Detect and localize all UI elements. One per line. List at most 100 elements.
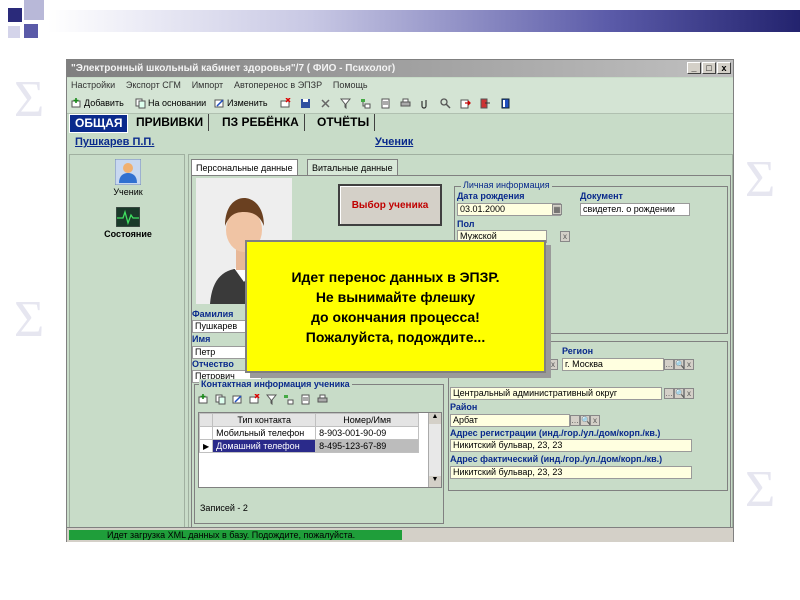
okrug-lookup-icon[interactable]: … [664, 388, 674, 399]
delete-record-icon[interactable] [280, 97, 291, 109]
district-clear-icon[interactable]: x [590, 415, 600, 426]
save-icon[interactable] [300, 98, 311, 109]
message-line: Идет перенос данных в ЭПЗР. [291, 268, 500, 285]
add-button-label: Добавить [84, 98, 124, 108]
menu-item-help[interactable]: Помощь [329, 78, 372, 90]
column-header-number[interactable]: Номер/Имя [315, 413, 420, 427]
message-line: Пожалуйста, подождите... [305, 328, 486, 345]
edit-icon [214, 98, 224, 107]
sidebar-item-state[interactable]: Состояние [90, 207, 166, 239]
menu-item-autotransfer[interactable]: Автоперенос в ЭПЗР [230, 78, 326, 90]
table-header-row: Тип контакта Номер/Имя [199, 413, 420, 427]
clear-okrug-icon[interactable]: x [548, 359, 558, 370]
okrug-field[interactable]: Центральный административный округ [450, 387, 662, 400]
user-name-link[interactable]: Пушкарев П.П. [75, 136, 154, 148]
region-label: Регион [562, 346, 593, 356]
calendar-icon[interactable]: ▦ [552, 204, 562, 215]
search-icon[interactable] [440, 97, 451, 109]
print-icon[interactable] [400, 98, 411, 109]
district-field[interactable]: Арбат [450, 414, 570, 427]
attachment-icon[interactable] [420, 98, 431, 109]
tab-general[interactable]: ОБЩАЯ [69, 114, 129, 133]
message-line: до окончания процесса! [311, 308, 480, 325]
contacts-scrollbar[interactable]: ▲ ▼ [428, 413, 441, 487]
row-marker: ▶ [199, 439, 214, 453]
edit-contact-icon[interactable] [232, 394, 243, 405]
tab-reports[interactable]: ОТЧЁТЫ [312, 114, 376, 131]
select-student-button[interactable]: Выбор ученика [338, 184, 442, 226]
region-lookup-icon[interactable]: … [664, 359, 674, 370]
scroll-down-icon[interactable]: ▼ [429, 476, 441, 487]
document-field[interactable]: свидетел. о рождении [580, 203, 690, 216]
student-icon [115, 159, 141, 185]
table-header-marker [199, 413, 214, 427]
contact-type-cell[interactable]: Домашний телефон [212, 439, 317, 453]
menu-item-import[interactable]: Импорт [188, 78, 227, 90]
copy-contact-icon[interactable] [215, 394, 226, 405]
window-titlebar: "Электронный школьный кабинет здоровья"/… [67, 60, 733, 77]
document-icon[interactable] [380, 98, 391, 109]
okrug-clear-icon[interactable]: x [684, 388, 694, 399]
document-contact-icon[interactable] [300, 394, 311, 405]
patronymic-label: Отчество [192, 359, 234, 369]
region-clear-icon[interactable]: x [684, 359, 694, 370]
book-icon[interactable] [500, 98, 511, 109]
column-header-type[interactable]: Тип контакта [212, 413, 317, 427]
add-button[interactable]: Добавить [71, 96, 124, 110]
decor-square [24, 0, 44, 20]
tab-child-health[interactable]: ПЗ РЕБЁНКА [217, 114, 305, 131]
main-tabs: ОБЩАЯ ПРИВИВКИ ПЗ РЕБЁНКА ОТЧЁТЫ [67, 114, 733, 133]
export-icon[interactable] [460, 98, 471, 109]
table-row[interactable]: ▶ Домашний телефон 8-495-123-67-89 [199, 439, 420, 453]
tab-personal-data[interactable]: Персональные данные [191, 159, 298, 176]
minimize-button[interactable]: _ [687, 62, 701, 74]
birth-date-field[interactable]: 03.01.2000 [457, 203, 561, 216]
copy-icon [135, 98, 146, 108]
menu-bar: Настройки Экспорт СГМ Импорт Автоперенос… [67, 78, 733, 93]
district-search-icon[interactable]: 🔍 [580, 415, 591, 426]
ecg-monitor-icon [116, 207, 140, 227]
add-icon [71, 97, 81, 107]
based-on-button[interactable]: На основании [135, 96, 206, 110]
delete-contact-icon[interactable] [249, 394, 260, 405]
contact-type-cell[interactable]: Мобильный телефон [212, 426, 317, 440]
add-contact-icon[interactable] [198, 394, 209, 405]
tree-contact-icon[interactable] [283, 394, 294, 405]
contact-value-cell[interactable]: 8-903-001-90-09 [315, 426, 420, 440]
clear-gender-icon[interactable]: x [560, 231, 570, 242]
records-count: Записей - 2 [200, 503, 248, 513]
okrug-search-icon[interactable]: 🔍 [674, 388, 685, 399]
tab-vaccinations[interactable]: ПРИВИВКИ [131, 114, 210, 131]
filter-icon[interactable] [340, 98, 351, 109]
decor-square [8, 8, 22, 22]
edit-button[interactable]: Изменить [214, 96, 268, 110]
district-label: Район [450, 402, 478, 412]
maximize-button[interactable]: □ [702, 62, 716, 74]
close-button[interactable]: x [717, 62, 731, 74]
contacts-grid: Тип контакта Номер/Имя Мобильный телефон… [198, 412, 442, 488]
decor-ghost-sigma: Σ [14, 71, 45, 128]
name-label: Имя [192, 334, 211, 344]
contact-value-cell[interactable]: 8-495-123-67-89 [315, 439, 420, 453]
tab-vital-data[interactable]: Витальные данные [307, 159, 398, 176]
district-lookup-icon[interactable]: … [570, 415, 580, 426]
print-contact-icon[interactable] [317, 394, 328, 405]
decor-square [8, 26, 20, 38]
reg-address-field[interactable]: Никитский бульвар, 23, 23 [450, 439, 692, 452]
cancel-icon[interactable] [320, 98, 331, 109]
exit-icon[interactable] [480, 98, 491, 109]
menu-item-export[interactable]: Экспорт СГМ [122, 78, 185, 90]
tree-icon[interactable] [360, 98, 371, 109]
region-search-icon[interactable]: 🔍 [674, 359, 685, 370]
role-link[interactable]: Ученик [375, 136, 413, 148]
row-marker [199, 426, 214, 440]
birth-date-label: Дата рождения [457, 191, 525, 201]
sidebar-item-student[interactable]: Ученик [100, 159, 156, 197]
menu-item-settings[interactable]: Настройки [67, 78, 119, 90]
scroll-up-icon[interactable]: ▲ [429, 413, 441, 424]
sidebar-item-label: Состояние [104, 229, 152, 239]
region-field[interactable]: г. Москва [562, 358, 664, 371]
filter-contact-icon[interactable] [266, 394, 277, 405]
table-row[interactable]: Мобильный телефон 8-903-001-90-09 [199, 426, 420, 440]
fact-address-field[interactable]: Никитский бульвар, 23, 23 [450, 466, 692, 479]
